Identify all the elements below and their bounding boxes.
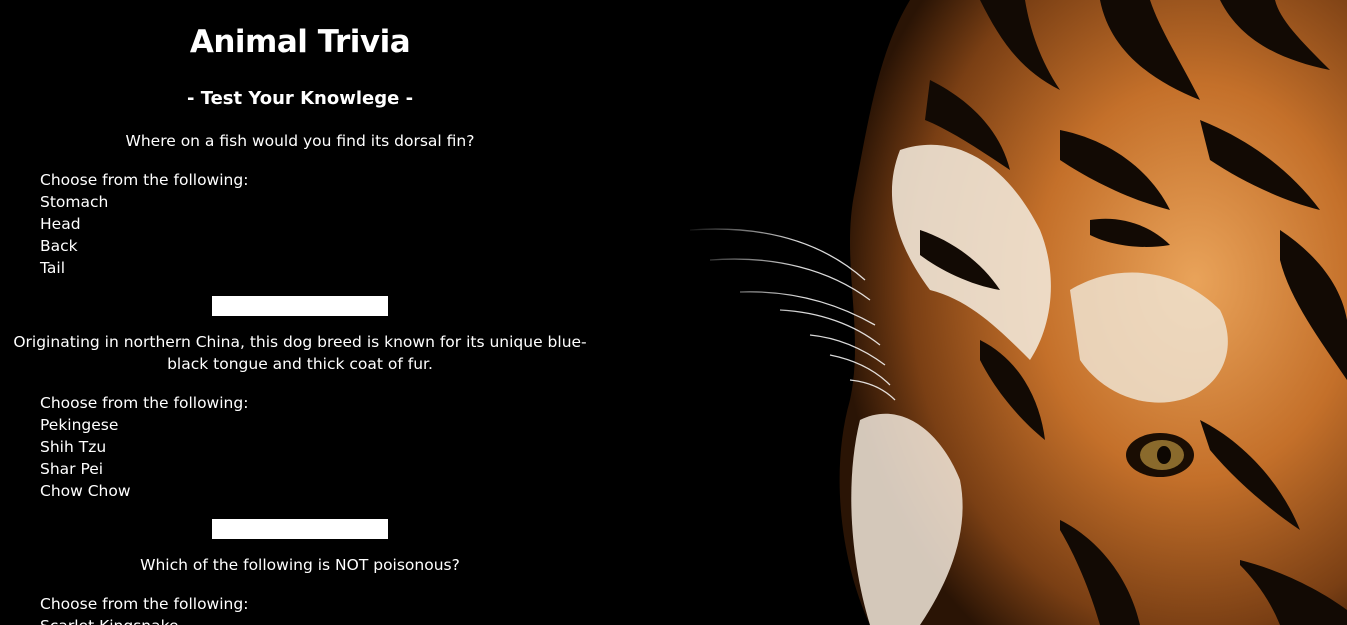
choices-label: Choose from the following: <box>40 394 249 412</box>
question-2-answer-input[interactable] <box>212 519 388 539</box>
choice-item: Pekingese <box>40 416 119 434</box>
choice-item: Shih Tzu <box>40 438 107 456</box>
choice-item: Shar Pei <box>40 460 104 478</box>
question-2-prompt: Originating in northern China, this dog … <box>13 333 587 373</box>
choice-item: Stomach <box>40 193 109 211</box>
question-1-choices: Choose from the following: Stomach Head … <box>40 169 440 279</box>
tiger-face-image <box>680 0 1347 625</box>
page-subtitle: - Test Your Knowlege - <box>186 88 414 109</box>
choice-item: Head <box>40 215 81 233</box>
choices-label: Choose from the following: <box>40 171 249 189</box>
choice-item: Tail <box>40 259 66 277</box>
trivia-page: Animal Trivia - Test Your Knowlege - Whe… <box>0 0 1347 625</box>
question-3-choices: Choose from the following: Scarlet Kings… <box>40 593 440 625</box>
question-1-prompt: Where on a fish would you find its dorsa… <box>125 132 475 150</box>
tiger-illustration <box>680 0 1347 625</box>
question-3-prompt: Which of the following is NOT poisonous? <box>140 556 460 574</box>
choice-item: Scarlet Kingsnake <box>40 615 440 625</box>
question-1-answer-input[interactable] <box>212 296 388 316</box>
choices-label: Choose from the following: <box>40 595 249 613</box>
choice-item: Chow Chow <box>40 482 131 500</box>
page-title: Animal Trivia <box>189 24 411 60</box>
question-2-choices: Choose from the following: Pekingese Shi… <box>40 392 440 502</box>
choice-item: Back <box>40 237 78 255</box>
